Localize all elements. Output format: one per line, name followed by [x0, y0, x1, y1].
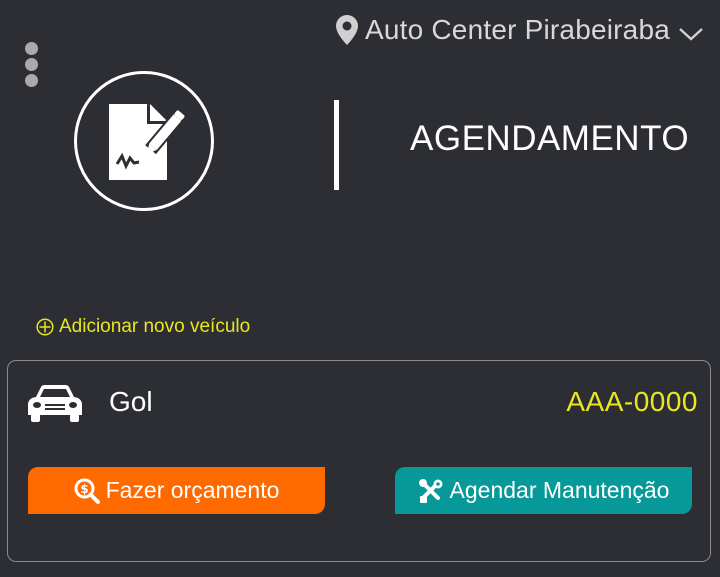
quote-button[interactable]: $ Fazer orçamento — [28, 467, 325, 514]
circle-plus-icon — [36, 318, 54, 336]
location-selector[interactable]: Auto Center Pirabeiraba — [336, 14, 704, 46]
vehicle-card: Gol AAA-0000 $ Fazer orçamento Agendar M… — [7, 360, 711, 562]
vehicle-plate: AAA-0000 — [566, 386, 698, 417]
document-signature-icon — [109, 104, 185, 180]
map-pin-icon — [336, 15, 358, 45]
svg-text:$: $ — [80, 482, 88, 496]
add-vehicle-label: Adicionar novo veículo — [59, 316, 251, 337]
schedule-button-label: Agendar Manutenção — [449, 477, 670, 503]
vehicle-model: Gol — [109, 386, 153, 417]
tools-icon — [418, 478, 443, 503]
location-name: Auto Center Pirabeiraba — [365, 14, 670, 45]
add-vehicle-link[interactable]: Adicionar novo veículo — [36, 316, 250, 338]
chevron-down-icon — [679, 28, 703, 41]
header-divider — [334, 100, 339, 190]
schedule-maintenance-button[interactable]: Agendar Manutenção — [395, 467, 692, 514]
quote-button-label: Fazer orçamento — [105, 477, 280, 503]
car-icon — [28, 385, 82, 422]
kebab-menu-icon[interactable] — [24, 42, 40, 88]
magnify-dollar-icon: $ — [74, 478, 100, 504]
logo — [74, 71, 214, 211]
page-title: AGENDAMENTO — [410, 119, 690, 158]
